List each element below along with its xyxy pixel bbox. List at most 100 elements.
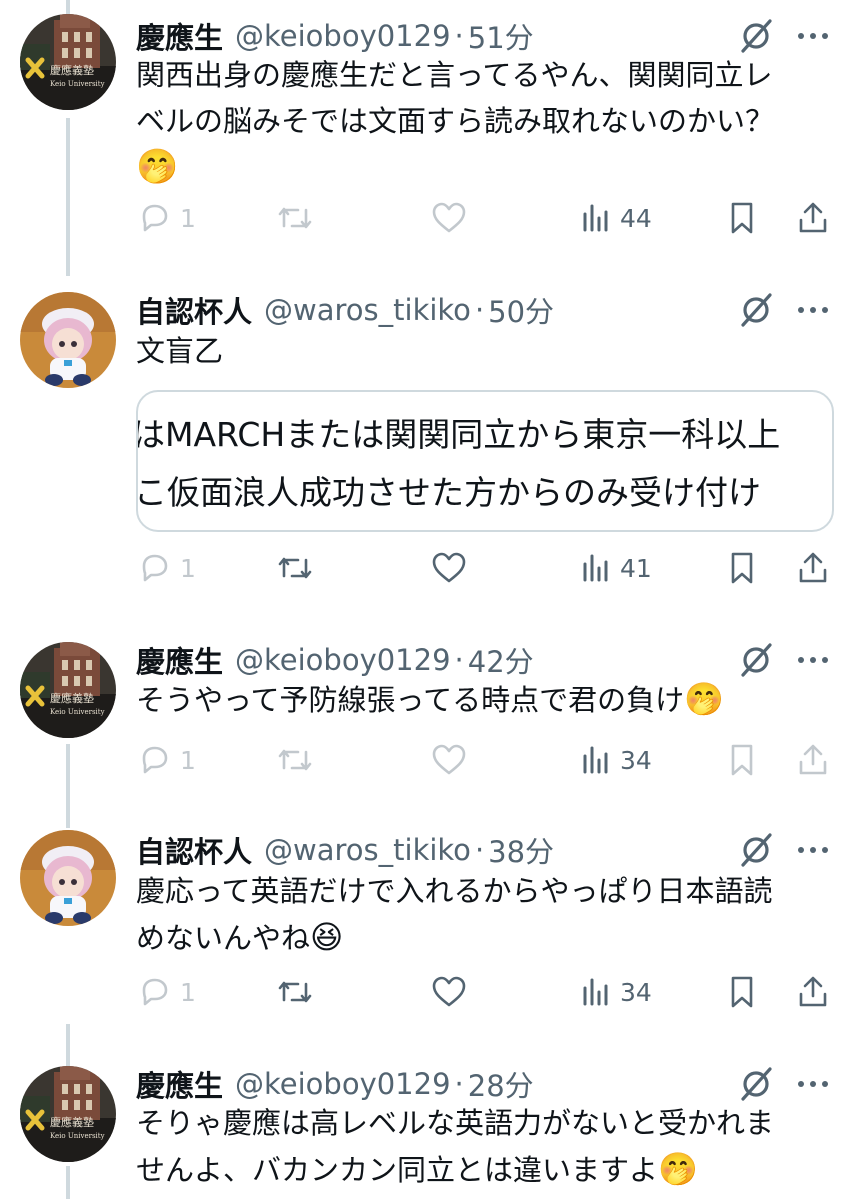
share-icon bbox=[799, 976, 827, 1007]
views-button[interactable]: 34 bbox=[580, 972, 652, 1012]
share-button[interactable] bbox=[796, 198, 830, 238]
retweet-icon bbox=[278, 207, 312, 229]
avatar[interactable] bbox=[20, 292, 116, 388]
share-button[interactable] bbox=[796, 740, 830, 780]
emoji: 🤭 bbox=[136, 147, 179, 187]
grok-icon[interactable] bbox=[736, 830, 776, 870]
avatar[interactable]: 慶應義塾 Keio University bbox=[20, 642, 116, 738]
user-handle[interactable]: @waros_tikiko bbox=[264, 833, 471, 867]
timestamp[interactable]: 50分 bbox=[488, 289, 554, 331]
more-icon[interactable] bbox=[790, 290, 836, 330]
share-icon bbox=[799, 552, 827, 583]
avatar-caption: 慶應義塾 bbox=[50, 1115, 94, 1129]
avatar-caption-en: Keio University bbox=[50, 708, 105, 716]
more-icon[interactable] bbox=[790, 830, 836, 870]
view-count: 34 bbox=[620, 977, 652, 1007]
tweet[interactable]: 自認杯人 @waros_tikiko · 38分 慶応って英語だけで入れるからや… bbox=[0, 830, 853, 1030]
avatar[interactable] bbox=[20, 830, 116, 926]
reply-button[interactable]: 1 bbox=[136, 740, 196, 780]
avatar-caption-en: Keio University bbox=[50, 1132, 105, 1140]
more-icon[interactable] bbox=[790, 640, 836, 680]
plush-avatar-image bbox=[20, 830, 116, 926]
tweet[interactable]: 慶應義塾 Keio University 慶應生 @keioboy0129 · … bbox=[0, 14, 853, 244]
bookmark-icon bbox=[731, 552, 753, 584]
display-name[interactable]: 慶應生 bbox=[136, 15, 223, 57]
display-name[interactable]: 自認杯人 bbox=[136, 289, 252, 331]
reply-count: 1 bbox=[180, 203, 196, 233]
separator-dot: · bbox=[454, 1067, 464, 1101]
view-count: 34 bbox=[620, 745, 652, 775]
avatar[interactable]: 慶應義塾 Keio University bbox=[20, 14, 116, 110]
action-bar: 1 44 bbox=[136, 198, 836, 238]
tweet-text-line: そりゃ慶應は高レベルな英語力がないと受かれま bbox=[136, 1106, 775, 1140]
views-button[interactable]: 34 bbox=[580, 740, 652, 780]
bookmark-button[interactable] bbox=[726, 548, 758, 588]
grok-icon[interactable] bbox=[736, 16, 776, 56]
tweet-text-line: 文盲乙 bbox=[136, 334, 224, 368]
heart-icon bbox=[432, 744, 466, 775]
user-handle[interactable]: @keioboy0129 bbox=[235, 1067, 451, 1101]
retweet-button[interactable] bbox=[276, 972, 314, 1012]
display-name[interactable]: 慶應生 bbox=[136, 639, 223, 681]
tweet-text: 関西出身の慶應生だと言ってるやん、関関同立レ ベルの脳みそでは文面すら読み取れな… bbox=[136, 52, 836, 190]
keio-avatar-image: 慶應義塾 Keio University bbox=[20, 642, 116, 738]
views-icon bbox=[583, 554, 608, 582]
tweet-text: 文盲乙 bbox=[136, 328, 836, 374]
reply-count: 1 bbox=[180, 745, 196, 775]
retweet-button[interactable] bbox=[276, 740, 314, 780]
separator-dot: · bbox=[454, 19, 464, 53]
views-icon bbox=[583, 978, 608, 1006]
tweet-text: 慶応って英語だけで入れるからやっぱり日本語読 めないんやね😆 bbox=[136, 868, 836, 961]
heart-icon bbox=[432, 202, 466, 233]
views-button[interactable]: 41 bbox=[580, 548, 652, 588]
bookmark-button[interactable] bbox=[726, 198, 758, 238]
tweet-text: そりゃ慶應は高レベルな英語力がないと受かれま せんよ、バカンカン同立とは違います… bbox=[136, 1100, 836, 1193]
tweet[interactable]: 自認杯人 @waros_tikiko · 50分 文盲乙 はMARCHまたは関関… bbox=[0, 286, 853, 606]
like-button[interactable] bbox=[430, 972, 468, 1012]
display-name[interactable]: 慶應生 bbox=[136, 1063, 223, 1105]
reply-icon bbox=[142, 554, 168, 582]
user-handle[interactable]: @keioboy0129 bbox=[235, 19, 451, 53]
more-icon[interactable] bbox=[790, 16, 836, 56]
avatar[interactable]: 慶應義塾 Keio University bbox=[20, 1066, 116, 1162]
reply-thread: 慶應義塾 Keio University 慶應生 @keioboy0129 · … bbox=[0, 0, 853, 1199]
user-handle[interactable]: @keioboy0129 bbox=[235, 643, 451, 677]
avatar-caption-en: Keio University bbox=[50, 80, 105, 88]
like-button[interactable] bbox=[430, 548, 468, 588]
reply-button[interactable]: 1 bbox=[136, 972, 196, 1012]
bookmark-button[interactable] bbox=[726, 740, 758, 780]
quoted-image-card[interactable]: はMARCHまたは関関同立から東京一科以上 こ仮面浪人成功させた方からのみ受け付… bbox=[136, 390, 834, 532]
user-handle[interactable]: @waros_tikiko bbox=[264, 293, 471, 327]
timestamp[interactable]: 51分 bbox=[468, 15, 534, 57]
bookmark-button[interactable] bbox=[726, 972, 758, 1012]
separator-dot: · bbox=[454, 643, 464, 677]
timestamp[interactable]: 28分 bbox=[468, 1063, 534, 1105]
reply-icon bbox=[142, 978, 168, 1006]
share-button[interactable] bbox=[796, 548, 830, 588]
timestamp[interactable]: 42分 bbox=[468, 639, 534, 681]
tweet[interactable]: 慶應義塾 Keio University 慶應生 @keioboy0129 · … bbox=[0, 640, 853, 790]
action-bar: 1 34 bbox=[136, 972, 836, 1012]
emoji: 🤭 bbox=[684, 680, 724, 718]
views-button[interactable]: 44 bbox=[580, 198, 652, 238]
grok-icon[interactable] bbox=[736, 640, 776, 680]
separator-dot: · bbox=[474, 293, 485, 327]
grok-icon[interactable] bbox=[736, 1064, 776, 1104]
grok-icon[interactable] bbox=[736, 290, 776, 330]
retweet-button[interactable] bbox=[276, 548, 314, 588]
reply-button[interactable]: 1 bbox=[136, 198, 196, 238]
timestamp[interactable]: 38分 bbox=[488, 829, 554, 871]
tweet-text-line: そうやって予防線張ってる時点で君の負け🤭 bbox=[136, 676, 836, 723]
like-button[interactable] bbox=[430, 198, 468, 238]
more-icon[interactable] bbox=[790, 1064, 836, 1104]
views-icon bbox=[583, 746, 608, 774]
views-icon bbox=[583, 204, 608, 232]
reply-button[interactable]: 1 bbox=[136, 548, 196, 588]
display-name[interactable]: 自認杯人 bbox=[136, 829, 252, 871]
share-button[interactable] bbox=[796, 972, 830, 1012]
tweet[interactable]: 慶應義塾 Keio University 慶應生 @keioboy0129 · … bbox=[0, 1064, 853, 1199]
share-icon bbox=[799, 744, 827, 775]
separator-dot: · bbox=[474, 833, 485, 867]
retweet-button[interactable] bbox=[276, 198, 314, 238]
like-button[interactable] bbox=[430, 740, 468, 780]
